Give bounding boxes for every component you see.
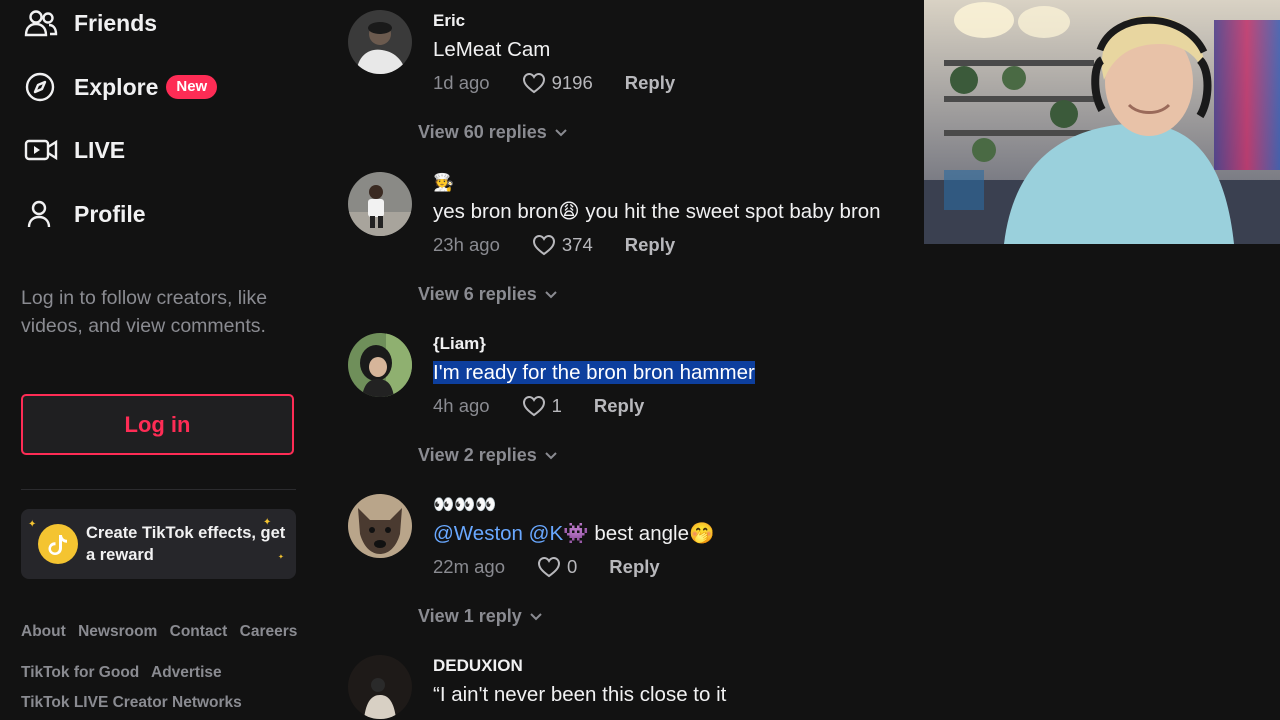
footer-link-tiktok-for-good[interactable]: TikTok for Good [21,664,139,681]
view-replies-button[interactable]: View 60 replies [418,122,567,143]
chevron-down-icon [530,612,542,620]
reply-button[interactable]: Reply [609,556,659,578]
profile-icon [24,198,60,230]
view-replies-button[interactable]: View 1 reply [418,606,542,627]
nav-item-profile[interactable]: Profile [24,194,146,234]
view-replies-label: View 6 replies [418,284,537,304]
login-prompt-text: Log in to follow creators, like videos, … [21,287,268,337]
like-button[interactable]: 374 [532,234,593,256]
friends-icon [24,7,60,39]
new-badge: New [166,75,218,99]
like-button[interactable]: 9196 [522,72,593,94]
footer-link-contact[interactable]: Contact [170,623,228,640]
comment-text-part: you hit the sweet spot baby bron [579,200,881,223]
comment-body: {Liam} I'm ready for the bron bron hamme… [433,333,755,417]
streamer-webcam-image [924,0,1280,244]
footer-links-row-3: TikTok LIVE Creator Networks [21,694,250,712]
avatar[interactable] [348,333,412,397]
footer-link-live-creator-networks[interactable]: TikTok LIVE Creator Networks [21,694,242,711]
view-replies-button[interactable]: View 2 replies [418,445,557,466]
compass-icon [24,71,60,103]
comment-body: 🧑‍🍳 yes bron bron😩 you hit the sweet spo… [433,172,881,256]
sparkle-icon: ✦ [278,554,284,561]
nav-item-explore[interactable]: Explore New [24,67,218,107]
tiktok-coin-icon [38,524,78,564]
hand-over-mouth-emoji-icon: 🤭 [688,522,715,545]
nav-item-live[interactable]: LIVE [24,130,125,170]
footer-link-careers[interactable]: Careers [240,623,298,640]
footer-links-row-2: TikTok for Good Advertise [21,664,230,682]
heart-icon [537,556,561,578]
sidebar-divider [21,489,296,490]
comment-meta: 1d ago 9196 Reply [433,72,675,94]
login-button[interactable]: Log in [21,394,294,455]
comment-author[interactable]: 👀👀👀 [433,494,715,516]
view-replies-label: View 2 replies [418,445,537,465]
nav-label-friends: Friends [74,9,158,36]
weary-face-emoji-icon: 😩 [558,200,580,223]
comment-meta: 4h ago 1 Reply [433,395,755,417]
create-effects-card[interactable]: ✦ ✦ ✦ Create TikTok effects, get a rewar… [21,509,296,579]
reply-button[interactable]: Reply [625,72,675,94]
heart-icon [532,234,555,256]
nav-label-profile: Profile [74,200,146,227]
avatar[interactable] [348,494,412,558]
view-replies-label: View 60 replies [418,122,547,142]
comment-author[interactable]: {Liam} [433,333,755,355]
sparkle-icon: ✦ [263,517,272,528]
comment-time: 22m ago [433,556,505,577]
comment-text: “I ain't never been this close to it [433,683,727,706]
comment-meta: 22m ago 0 Reply [433,556,715,578]
comment-text: I'm ready for the bron bron hammer [433,359,755,387]
avatar[interactable] [348,10,412,74]
selected-text: I'm ready for the bron bron hammer [433,361,755,384]
footer-link-newsroom[interactable]: Newsroom [78,623,157,640]
avatar[interactable] [348,172,412,236]
like-count: 9196 [551,72,593,93]
footer-link-advertise[interactable]: Advertise [151,664,222,681]
comment-text: @Weston @K👾 best angle🤭 [433,520,715,548]
view-replies-button[interactable]: View 6 replies [418,284,557,305]
chevron-down-icon [555,128,567,136]
comment-time: 4h ago [433,395,490,416]
like-button[interactable]: 1 [522,395,562,417]
like-button[interactable]: 0 [537,556,577,578]
comment-time: 1d ago [433,72,490,93]
reply-button[interactable]: Reply [625,234,675,256]
comment-meta: 23h ago 374 Reply [433,234,881,256]
comment-time: 23h ago [433,234,500,255]
comment-text-part: best angle [588,522,689,545]
heart-icon [522,72,545,94]
mention-link[interactable]: @K [529,522,563,545]
heart-icon [522,395,545,417]
comment-text: LeMeat Cam [433,38,551,61]
comment-body: DEDUXION “I ain't never been this close … [433,655,726,709]
like-count: 374 [561,234,593,255]
webcam-overlay [924,0,1280,244]
chevron-down-icon [545,290,557,298]
sparkle-icon: ✦ [28,519,37,530]
like-count: 0 [567,556,578,577]
create-effects-label: Create TikTok effects, get a reward [86,524,286,564]
nav-label-explore: Explore [74,73,159,100]
avatar[interactable] [348,655,412,719]
comment-author[interactable]: 🧑‍🍳 [433,172,881,194]
view-replies-label: View 1 reply [418,606,522,626]
comment-body: 👀👀👀 @Weston @K👾 best angle🤭 22m ago 0 Re… [433,494,715,578]
comment-author[interactable]: Eric [433,10,675,32]
comment-text: yes bron bron😩 you hit the sweet spot ba… [433,198,881,226]
comment-author[interactable]: DEDUXION [433,655,726,677]
reply-button[interactable]: Reply [594,395,644,417]
alien-monster-emoji-icon: 👾 [563,522,589,545]
live-video-icon [24,134,60,166]
like-count: 1 [551,395,562,416]
nav-item-friends[interactable]: Friends [24,3,157,43]
comment-body: Eric LeMeat Cam 1d ago 9196 Reply [433,10,675,94]
footer-link-about[interactable]: About [21,623,66,640]
mention-link[interactable]: @Weston [433,522,523,545]
footer-links-row-1: About Newsroom Contact Careers [21,623,305,641]
comment-text-part: yes bron bron [433,200,559,223]
chevron-down-icon [545,451,557,459]
nav-label-live: LIVE [74,136,126,163]
